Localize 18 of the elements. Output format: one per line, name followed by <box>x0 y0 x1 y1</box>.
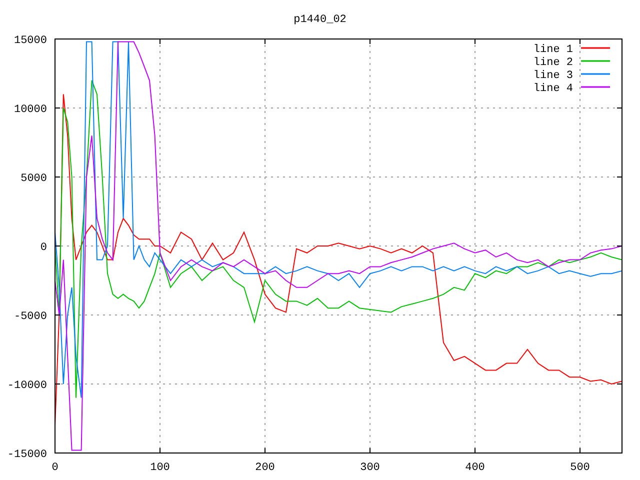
legend-label: line 2 <box>533 57 573 69</box>
x-tick-label: 400 <box>465 462 485 474</box>
legend-label: line 4 <box>533 83 573 95</box>
y-tick-label: 5000 <box>20 173 47 185</box>
x-tick-label: 200 <box>255 462 275 474</box>
x-tick-label: 300 <box>360 462 380 474</box>
y-tick-label: -5000 <box>14 311 47 323</box>
x-tick-label: 0 <box>52 462 58 474</box>
y-tick-label: -15000 <box>7 449 47 461</box>
x-tick-label: 500 <box>570 462 590 474</box>
x-tick-label: 100 <box>150 462 170 474</box>
legend-label: line 3 <box>533 70 573 82</box>
y-tick-label: 10000 <box>14 104 47 116</box>
legend-label: line 1 <box>533 44 573 56</box>
chart-title: p1440_02 <box>294 14 346 26</box>
y-tick-label: -10000 <box>7 380 47 392</box>
y-tick-label: 15000 <box>14 35 47 47</box>
y-tick-label: 0 <box>40 242 47 254</box>
